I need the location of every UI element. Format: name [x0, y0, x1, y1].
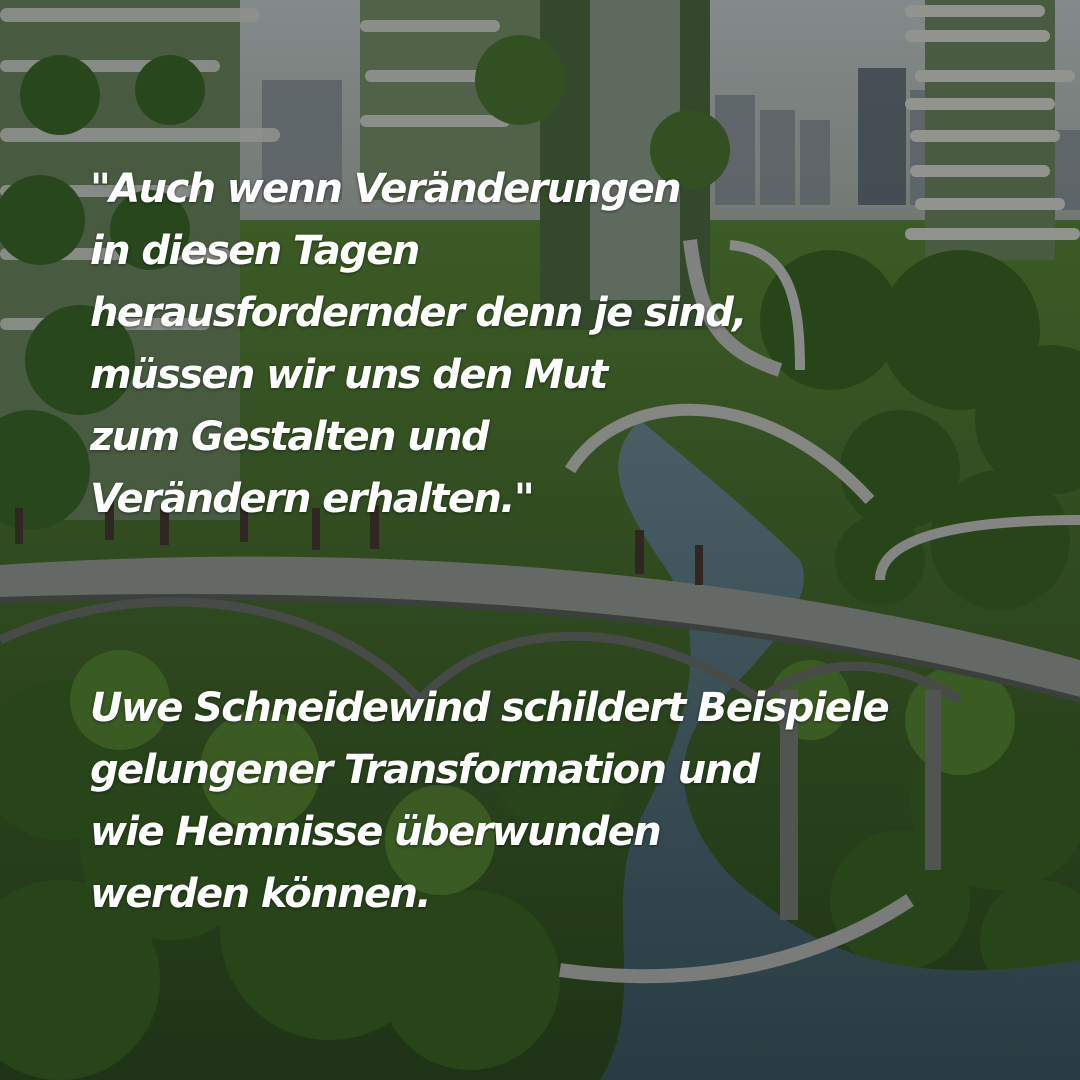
quote-line: Verändern erhalten.": [90, 476, 535, 522]
caption-line: gelungener Transformation und: [90, 747, 760, 793]
post-canvas: "Auch wenn Veränderungen in diesen Tagen…: [0, 0, 1080, 1080]
caption-line: werden können.: [90, 871, 432, 917]
quote-line: zum Gestalten und: [90, 414, 490, 460]
quote-line: "Auch wenn Veränderungen: [90, 166, 682, 212]
caption-line: wie Hemnisse überwunden: [90, 809, 662, 855]
quote-line: herausfordernder denn je sind,: [90, 290, 747, 336]
caption-text: Uwe Schneidewind schildert Beispiele gel…: [90, 677, 890, 925]
caption-line: Uwe Schneidewind schildert Beispiele: [90, 685, 890, 731]
quote-text: "Auch wenn Veränderungen in diesen Tagen…: [90, 158, 747, 530]
quote-line: in diesen Tagen: [90, 228, 420, 274]
quote-line: müssen wir uns den Mut: [90, 352, 608, 398]
